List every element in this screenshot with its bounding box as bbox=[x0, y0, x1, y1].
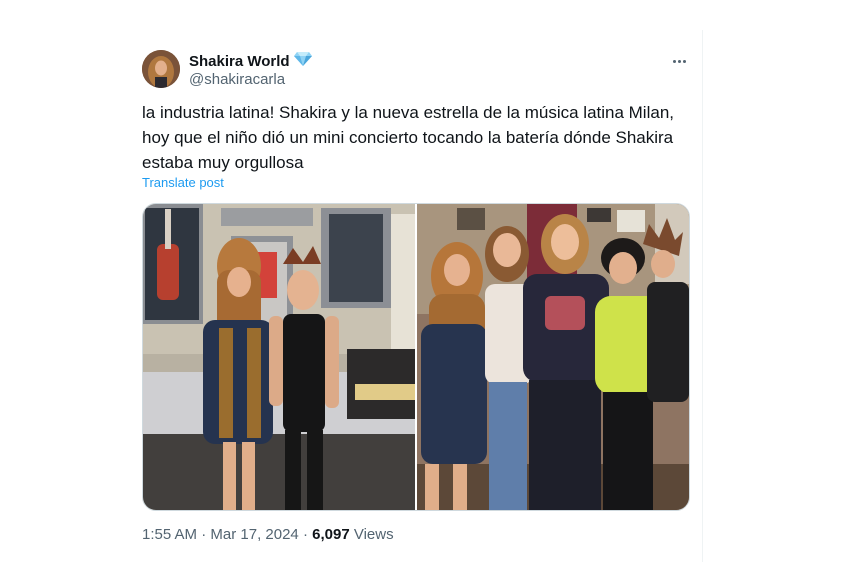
diamond-badge-icon bbox=[293, 51, 312, 72]
post-meta: 1:55 AM · Mar 17, 2024 · 6,097 Views bbox=[142, 526, 394, 544]
views-label: Views bbox=[353, 526, 394, 543]
author-avatar[interactable] bbox=[142, 50, 180, 88]
author-name[interactable]: Shakira World bbox=[189, 51, 312, 72]
photo-right[interactable] bbox=[417, 204, 689, 510]
post-media[interactable] bbox=[142, 203, 690, 511]
post-time[interactable]: 1:55 AM bbox=[142, 526, 197, 543]
translate-post-link[interactable]: Translate post bbox=[142, 175, 224, 190]
meta-separator: · bbox=[201, 526, 207, 543]
post-date[interactable]: Mar 17, 2024 bbox=[210, 526, 298, 543]
more-options-icon[interactable] bbox=[668, 52, 690, 70]
photo-left[interactable] bbox=[143, 204, 415, 510]
author-handle[interactable]: @shakiracarla bbox=[189, 71, 285, 89]
views-count: 6,097 bbox=[312, 526, 350, 543]
author-name-text: Shakira World bbox=[189, 52, 290, 70]
card-divider bbox=[702, 30, 703, 562]
post-text: la industria latina! Shakira y la nueva … bbox=[142, 103, 674, 172]
meta-separator-2: · bbox=[302, 526, 308, 543]
